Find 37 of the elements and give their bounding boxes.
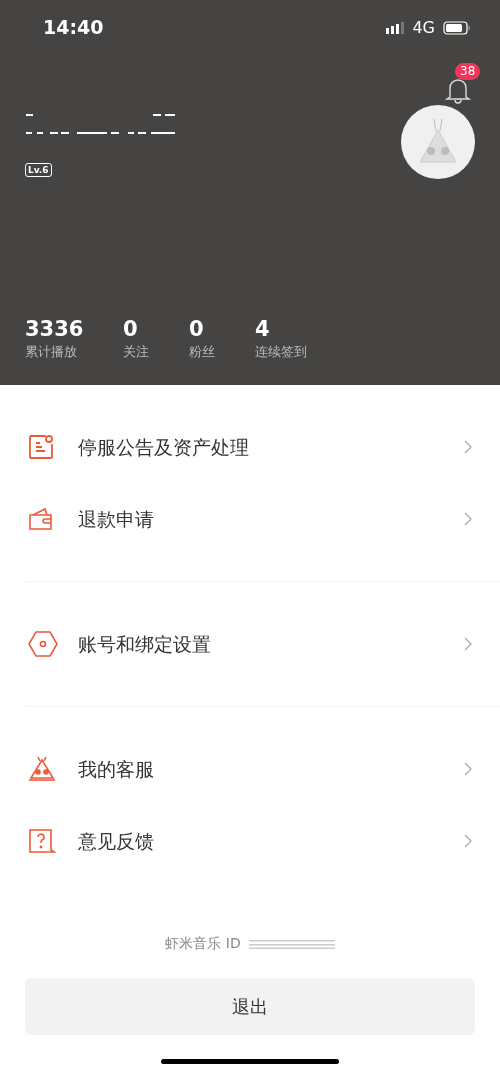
signal-icon: [386, 21, 405, 34]
status-time: 14:40: [43, 15, 104, 41]
stat-label: 关注: [123, 342, 150, 361]
menu-label: 我的客服: [78, 756, 154, 782]
chevron-right-icon: [464, 834, 472, 848]
stat-label: 累计播放: [25, 342, 78, 361]
stat-value: 3336: [25, 315, 85, 342]
menu-item[interactable]: 停服公告及资产处理: [0, 411, 500, 483]
notification-badge: 38: [455, 63, 481, 80]
menu-label: 意见反馈: [78, 828, 154, 854]
stat-value: 0: [189, 315, 205, 342]
menu-item[interactable]: 账号和绑定设置: [0, 608, 500, 680]
logout-button[interactable]: 退出: [25, 978, 475, 1035]
stat-label: 粉丝: [189, 342, 216, 361]
menu-item[interactable]: 退款申请: [0, 483, 500, 555]
id-label: 虾米音乐 ID: [165, 934, 241, 953]
question-icon: [28, 828, 56, 854]
mascot-icon: [28, 756, 56, 782]
chevron-right-icon: [464, 637, 472, 651]
menu-label: 退款申请: [78, 506, 154, 532]
hexagon-icon: [28, 631, 58, 657]
level-badge: Lv.6: [25, 163, 52, 177]
notice-icon: [28, 434, 54, 460]
chevron-right-icon: [464, 440, 472, 454]
stat-label: 连续签到: [255, 342, 308, 361]
battery-icon: [443, 20, 471, 35]
chevron-right-icon: [464, 512, 472, 526]
network-label: 4G: [412, 16, 435, 39]
stat-value: 4: [255, 315, 271, 342]
menu-label: 账号和绑定设置: [78, 631, 211, 657]
chevron-right-icon: [464, 762, 472, 776]
mascot-avatar-icon: [416, 118, 460, 166]
menu-label: 停服公告及资产处理: [78, 434, 249, 460]
wallet-icon: [28, 507, 54, 531]
menu-item[interactable]: 意见反馈: [0, 805, 500, 877]
menu-item[interactable]: 我的客服: [0, 733, 500, 805]
stat-value: 0: [123, 315, 139, 342]
